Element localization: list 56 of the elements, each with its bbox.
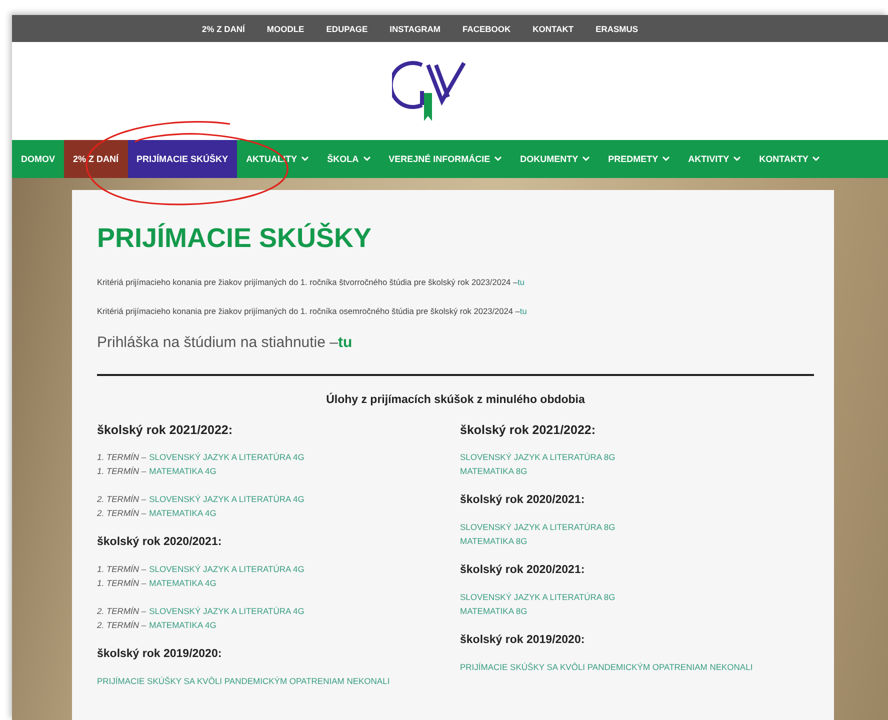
term-label: 1. TERMÍN – (97, 578, 146, 588)
exam-link[interactable]: SLOVENSKÝ JAZYK A LITERATÚRA 4G (149, 564, 304, 574)
school-year-heading: školský rok 2020/2021: (460, 563, 586, 578)
school-year-heading: školský rok 2020/2021: (97, 535, 223, 550)
school-year-heading: školský rok 2021/2022: (97, 422, 234, 438)
page-title: PRIJÍMACIE SKÚŠKY (97, 222, 373, 254)
nav-item[interactable]: DOKUMENTY (511, 140, 600, 178)
term-label: 2. TERMÍN – (97, 620, 146, 630)
criteria-text: Kritériá prijímacieho konania pre žiakov prijímaných do 1. ročníka osemročného štúdia pre školský rok 2023/2024 – (97, 306, 520, 316)
exam-link[interactable]: SLOVENSKÝ JAZYK A LITERATÚRA 8G (460, 522, 616, 532)
top-bar-link[interactable]: INSTAGRAM (390, 24, 440, 34)
school-year-heading: školský rok 2019/2020: (460, 633, 586, 648)
nav-item[interactable]: DOMOV (12, 140, 64, 178)
nav-item[interactable]: ŠKOLA (318, 140, 380, 178)
exam-link[interactable]: SLOVENSKÝ JAZYK A LITERATÚRA 8G (460, 452, 616, 462)
nav-item[interactable]: VEREJNÉ INFORMÁCIE (380, 140, 512, 178)
term-label: 2. TERMÍN – (97, 508, 146, 518)
top-bar-link[interactable]: EDUPAGE (326, 24, 368, 34)
top-bar-link[interactable]: KONTAKT (532, 24, 574, 34)
exam-link[interactable]: MATEMATIKA 8G (460, 466, 528, 476)
school-year-heading: školský rok 2021/2022: (460, 422, 597, 438)
exam-link[interactable]: SLOVENSKÝ JAZYK A LITERATÚRA 4G (149, 494, 304, 504)
criteria-text: Kritériá prijímacieho konania pre žiakov prijímaných do 1. ročníka štvorročného štúdia pre školský rok 2023/2024 – (97, 277, 518, 287)
top-bar-link[interactable]: ERASMUS (596, 24, 638, 34)
nav-item[interactable]: 2% Z DANÍ (64, 140, 128, 178)
top-bar-link[interactable]: FACEBOOK (462, 24, 511, 34)
exam-link[interactable]: MATEMATIKA 4G (149, 578, 216, 588)
exam-link[interactable]: MATEMATIKA 4G (149, 620, 216, 630)
application-text: Prihláška na štúdium na stiahnutie – (97, 334, 338, 351)
download-link[interactable]: tu (520, 306, 527, 316)
exam-link[interactable]: MATEMATIKA 4G (149, 466, 216, 476)
download-link[interactable]: tu (518, 277, 525, 287)
nav-item[interactable]: KONTAKTY (750, 140, 830, 178)
exam-link[interactable]: MATEMATIKA 8G (460, 536, 528, 546)
nav-item[interactable]: PRIJÍMACIE SKÚŠKY (128, 140, 238, 178)
exam-link[interactable]: PRIJÍMACIE SKÚŠKY SA KVÔLI PANDEMICKÝM OPATRENIAM NEKONALI (97, 676, 390, 686)
term-label: 1. TERMÍN – (97, 452, 146, 462)
exam-link[interactable]: SLOVENSKÝ JAZYK A LITERATÚRA 8G (460, 592, 616, 602)
section-heading: Úlohy z prijímacích skúšok z minulého obdobia (325, 392, 586, 408)
logo-icon[interactable] (392, 59, 468, 123)
school-year-heading: školský rok 2020/2021: (460, 493, 586, 508)
top-bar-link[interactable]: MOODLE (266, 24, 304, 34)
exam-link[interactable]: MATEMATIKA 8G (460, 606, 528, 616)
term-label: 1. TERMÍN – (97, 466, 146, 476)
term-label: 2. TERMÍN – (97, 494, 146, 504)
school-year-heading: školský rok 2019/2020: (97, 647, 223, 662)
nav-item[interactable]: PREDMETY (599, 140, 680, 178)
exam-link[interactable]: SLOVENSKÝ JAZYK A LITERATÚRA 4G (149, 606, 304, 616)
nav-item[interactable]: AKTIVITY (679, 140, 750, 178)
download-link[interactable]: tu (338, 334, 352, 351)
top-bar-link[interactable]: 2% Z DANÍ (202, 24, 245, 34)
exam-link[interactable]: MATEMATIKA 4G (149, 508, 216, 518)
term-label: 1. TERMÍN – (97, 564, 146, 574)
exam-link[interactable]: SLOVENSKÝ JAZYK A LITERATÚRA 4G (149, 452, 304, 462)
exam-link[interactable]: PRIJÍMACIE SKÚŠKY SA KVÔLI PANDEMICKÝM OPATRENIAM NEKONALI (460, 662, 753, 672)
term-label: 2. TERMÍN – (97, 606, 146, 616)
